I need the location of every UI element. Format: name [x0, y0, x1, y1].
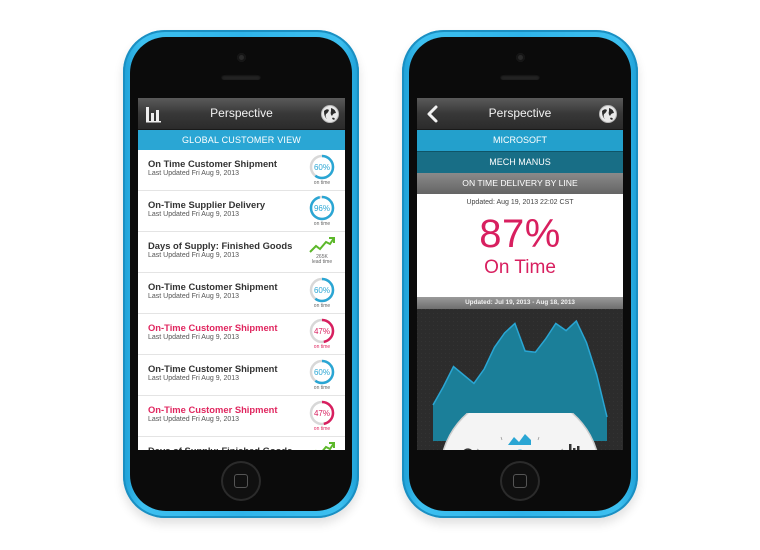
gauge-value: 60% [314, 368, 330, 377]
gauge-value: 47% [314, 409, 330, 418]
trend-up-icon [315, 442, 335, 450]
company-bar[interactable]: MICROSOFT [417, 130, 623, 151]
metric-caption: on time [313, 385, 331, 391]
kpi-updated-text: Updated: Aug 19, 2013 22:02 CST [466, 199, 574, 206]
item-title: On Time Customer Shipment [148, 158, 278, 169]
kpi-label: On Time [484, 257, 556, 278]
gauge-ring: 47% [309, 400, 335, 426]
item-title: On-Time Supplier Delivery [148, 199, 266, 210]
list-item[interactable]: On Time Customer Shipment Last Updated Fr… [138, 150, 345, 191]
gauge-value: 60% [314, 163, 330, 172]
item-title: On-Time Customer Shipment [148, 281, 278, 292]
item-metric: 60% on time [307, 276, 337, 310]
section-header: GLOBAL CUSTOMER VIEW [138, 130, 345, 150]
metric-bar[interactable]: ON TIME DELIVERY BY LINE [417, 173, 623, 194]
item-title: On-Time Customer Shipment [148, 322, 278, 333]
list-item[interactable]: On-Time Supplier Delivery Last Updated Fr… [138, 191, 345, 232]
item-metric: 47% on time [307, 317, 337, 351]
chart-area [417, 309, 623, 450]
kpi-value: 87% [479, 212, 561, 256]
app-title: Perspective [210, 106, 273, 120]
phone-right: Perspective MICROSOFT MECH MANUS ON TIME… [402, 30, 638, 518]
gauge-ring: 60% [309, 154, 335, 180]
gauge-value: 47% [314, 327, 330, 336]
left-navbar: Perspective [138, 98, 345, 130]
item-updated-text: Last Updated Fri Aug 9, 2013 [148, 211, 240, 218]
front-camera [237, 53, 246, 62]
metrics-list: On Time Customer Shipment Last Updated Fr… [138, 150, 345, 450]
metric-caption: on time [313, 221, 331, 227]
list-item[interactable]: On-Time Customer Shipment Last Updated Fr… [138, 314, 345, 355]
gauge-ring: 60% [309, 359, 335, 385]
metric-caption: on time [313, 426, 331, 432]
gauge-ring: 60% [309, 277, 335, 303]
home-button[interactable] [500, 461, 540, 501]
list-item[interactable]: On-Time Customer Shipment Last Updated Fr… [138, 396, 345, 437]
date-range-bar: Updated: Jul 19, 2013 - Aug 18, 2013 [417, 297, 623, 309]
item-metric: 265K lead time [307, 235, 337, 269]
item-metric: 47% on time [307, 399, 337, 433]
right-screen: Perspective MICROSOFT MECH MANUS ON TIME… [417, 98, 623, 450]
kpi-panel: Updated: Aug 19, 2013 22:02 CST 87% On T… [417, 194, 623, 297]
gauge-value: 60% [314, 286, 330, 295]
home-button[interactable] [221, 461, 261, 501]
gauge-ring: 47% [309, 318, 335, 344]
item-metric [307, 440, 337, 450]
phone-left: Perspective GLOBAL CUSTOMER VIEW On Time… [123, 30, 359, 518]
item-title: Days of Supply: Finished Goods [148, 240, 293, 251]
gauge-value: 96% [314, 204, 330, 213]
item-updated-text: Last Updated Fri Aug 9, 2013 [148, 293, 240, 300]
item-updated-text: Last Updated Fri Aug 9, 2013 [148, 416, 240, 423]
metric-caption: on time [313, 303, 331, 309]
item-title: Days of Supply: Finished Goods [148, 445, 292, 450]
earpiece-speaker [500, 74, 540, 80]
gauge-ring: 96% [309, 195, 335, 221]
right-navbar: Perspective [417, 98, 623, 130]
earpiece-speaker [221, 74, 261, 80]
item-metric: 96% on time [307, 194, 337, 228]
division-bar[interactable]: MECH MANUS [417, 151, 623, 173]
item-metric: 60% on time [307, 358, 337, 392]
chart-dial[interactable] [417, 413, 623, 450]
metric-caption: on time [313, 344, 331, 350]
list-item[interactable]: Days of Supply: Finished GoodsLast Updat… [138, 232, 345, 273]
item-updated-text: Last Updated Fri Aug 9, 2013 [148, 375, 240, 382]
item-title: On-Time Customer Shipment [148, 404, 278, 415]
item-metric: 60% on time [307, 153, 337, 187]
list-item[interactable]: Days of Supply: Finished GoodsLast Updat… [138, 437, 345, 450]
list-item[interactable]: On-Time Customer Shipment Last Updated Fr… [138, 355, 345, 396]
item-updated-text: Last Updated Fri Aug 9, 2013 [148, 334, 240, 341]
item-updated-text: Last Updated Fri Aug 9, 2013 [148, 252, 240, 259]
trend-up-icon [309, 237, 335, 253]
front-camera [516, 53, 525, 62]
left-screen: Perspective GLOBAL CUSTOMER VIEW On Time… [138, 98, 345, 450]
metric-caption: on time [313, 180, 331, 186]
globe-icon[interactable] [598, 104, 618, 124]
app-title: Perspective [488, 106, 552, 120]
list-item[interactable]: On-Time Customer Shipment Last Updated Fr… [138, 273, 345, 314]
globe-icon[interactable] [320, 104, 340, 124]
item-title: On-Time Customer Shipment [148, 363, 278, 374]
metric-caption: lead time [311, 259, 333, 265]
item-updated-text: Last Updated Fri Aug 9, 2013 [148, 170, 240, 177]
